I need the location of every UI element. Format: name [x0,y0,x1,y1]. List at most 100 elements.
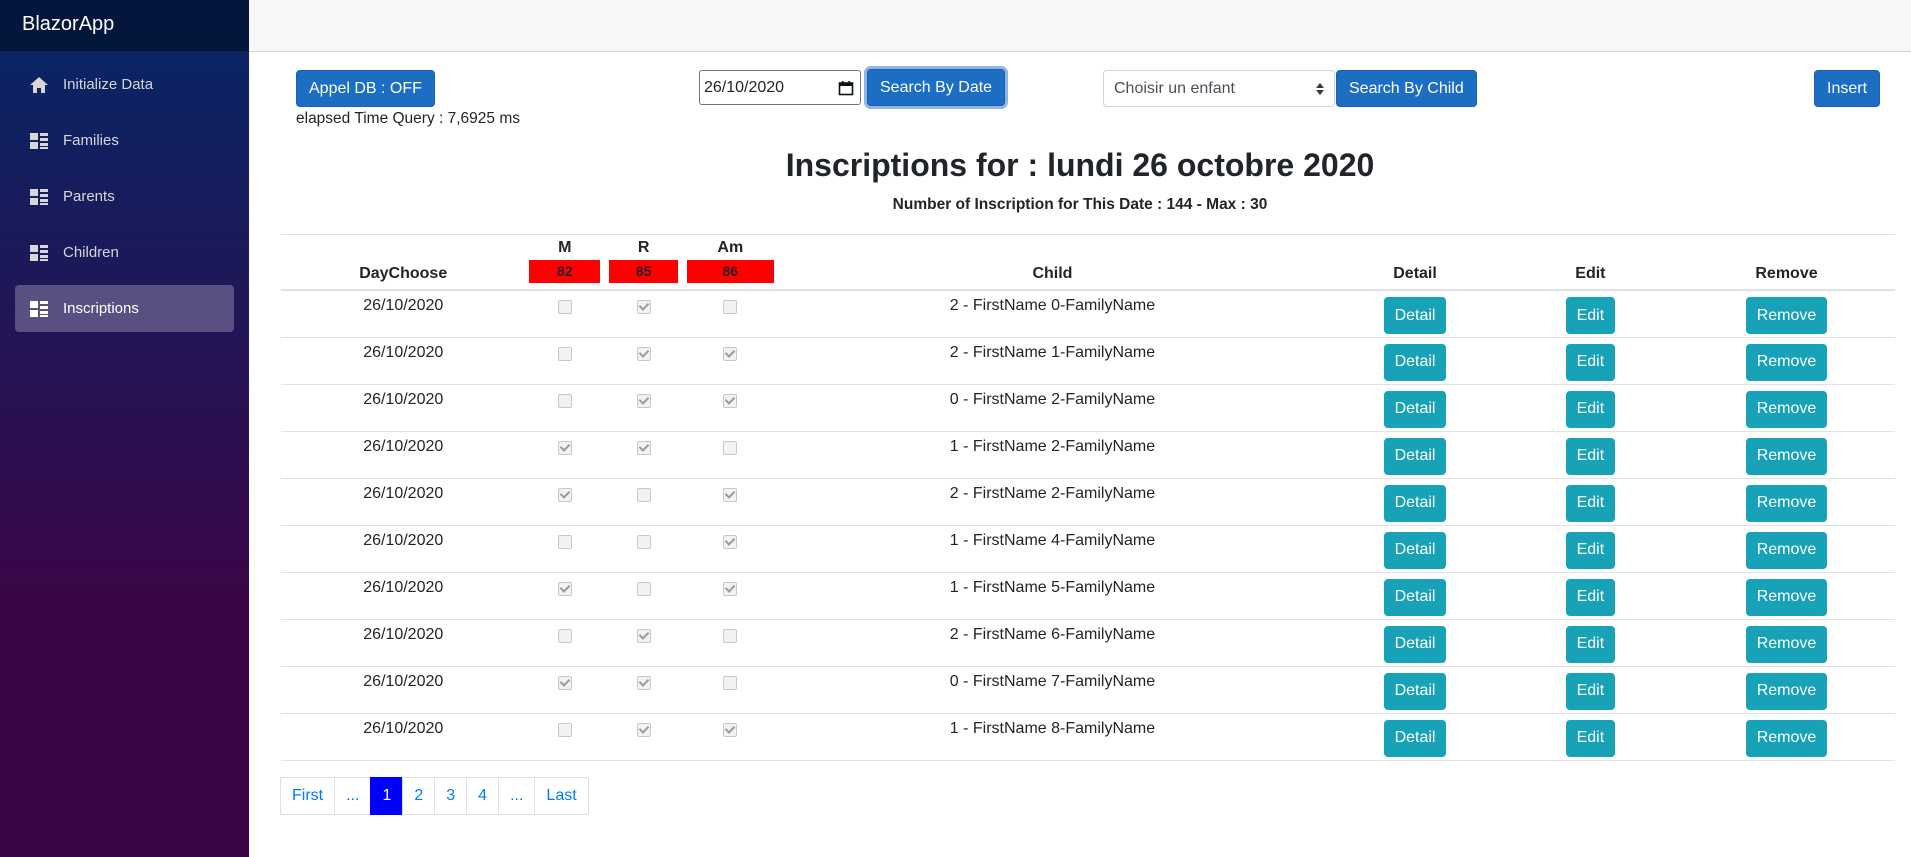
detail-button[interactable]: Detail [1383,484,1447,522]
detail-button[interactable]: Detail [1383,672,1447,710]
edit-button[interactable]: Edit [1565,625,1616,663]
detail-button[interactable]: Detail [1383,437,1447,475]
remove-button[interactable]: Remove [1745,297,1828,334]
remove-button[interactable]: Remove [1745,390,1828,428]
inscriptions-table: DayChoose M 82 R 85 Am 86 Child Detail E… [281,234,1895,761]
home-icon [30,76,48,93]
child-cell: 2 - FirstName 6-FamilyName [949,625,1156,643]
table-cell [604,619,683,667]
detail-button[interactable]: Detail [1383,343,1447,381]
detail-button[interactable]: Detail [1383,390,1447,428]
edit-button[interactable]: Edit [1565,437,1616,475]
sidebar-item-label: Parents [63,188,115,205]
m-checkbox [557,722,572,737]
edit-button[interactable]: Edit [1565,297,1616,334]
r-count-badge: 85 [609,260,678,283]
detail-button[interactable]: Detail [1383,578,1447,616]
sidebar-item-families[interactable]: Families [15,117,234,164]
table-row: 26/10/2020 0 - FirstName 2-FamilyName Deta… [281,384,1895,432]
header-child: Child [777,234,1328,291]
m-checkbox [557,628,572,643]
am-checkbox [723,440,738,455]
sidebar-item-children[interactable]: Children [15,229,234,276]
remove-button[interactable]: Remove [1745,531,1828,569]
brand-title[interactable]: BlazorApp [0,0,249,51]
table-cell: 26/10/2020 [281,478,526,526]
remove-button[interactable]: Remove [1745,719,1828,757]
table-cell: Remove [1677,384,1895,432]
edit-button[interactable]: Edit [1565,484,1616,522]
r-checkbox [636,440,651,455]
insert-button[interactable]: Insert [1814,70,1881,107]
nav-menu: Initialize Data Families Parents Childre… [0,51,249,332]
table-cell: Detail [1327,431,1503,479]
detail-button[interactable]: Detail [1383,531,1447,569]
child-cell: 2 - FirstName 1-FamilyName [949,343,1156,361]
page-link[interactable]: Last [534,777,589,815]
child-select-value: Choisir un enfant [1114,79,1235,97]
table-cell: 26/10/2020 [281,713,526,761]
remove-button[interactable]: Remove [1745,484,1828,522]
day-cell: 26/10/2020 [363,343,444,361]
calendar-icon[interactable] [838,80,854,96]
table-cell: Remove [1677,337,1895,385]
table-cell: Edit [1502,666,1678,714]
top-bar [249,0,1911,52]
child-cell: 1 - FirstName 2-FamilyName [949,437,1156,455]
sidebar-item-inscriptions[interactable]: Inscriptions [15,285,234,332]
r-checkbox [636,346,651,361]
table-cell: Edit [1502,572,1678,620]
am-checkbox [723,675,738,690]
page-link[interactable]: 1 [370,777,404,815]
sidebar-item-initialize-data[interactable]: Initialize Data [15,61,234,108]
edit-button[interactable]: Edit [1565,531,1616,569]
day-cell: 26/10/2020 [363,719,444,737]
day-cell: 26/10/2020 [363,297,444,314]
table-cell: Remove [1677,525,1895,573]
header-am-label: Am [717,239,744,256]
table-row: 26/10/2020 0 - FirstName 7-FamilyName Deta… [281,666,1895,714]
edit-button[interactable]: Edit [1565,343,1616,381]
table-cell: Edit [1502,384,1678,432]
edit-button[interactable]: Edit [1565,719,1616,757]
header-detail: Detail [1327,234,1503,291]
m-checkbox [557,581,572,596]
page-link[interactable]: ... [334,777,372,815]
sidebar-item-label: Inscriptions [63,300,139,317]
edit-button[interactable]: Edit [1565,390,1616,428]
search-by-date-button[interactable]: Search By Date [867,69,1006,106]
detail-button[interactable]: Detail [1383,625,1447,663]
remove-button[interactable]: Remove [1745,437,1828,475]
sidebar-item-parents[interactable]: Parents [15,173,234,220]
table-cell: Detail [1327,337,1503,385]
detail-button[interactable]: Detail [1383,297,1447,334]
detail-button[interactable]: Detail [1383,719,1447,757]
page-link[interactable]: 2 [402,777,436,815]
child-select[interactable]: Choisir un enfant [1103,70,1335,107]
r-checkbox [636,534,651,549]
table-cell: 26/10/2020 [281,384,526,432]
page-link[interactable]: 4 [466,777,500,815]
table-cell: Edit [1502,337,1678,385]
page-link[interactable]: ... [498,777,536,815]
table-row: 26/10/2020 1 - FirstName 2-FamilyName Deta… [281,431,1895,479]
remove-button[interactable]: Remove [1745,578,1828,616]
day-cell: 26/10/2020 [363,672,444,690]
page-link[interactable]: 3 [434,777,468,815]
table-cell [683,666,778,714]
day-cell: 26/10/2020 [363,437,444,455]
am-checkbox [723,628,738,643]
page-link[interactable]: First [280,777,336,815]
remove-button[interactable]: Remove [1745,672,1828,710]
edit-button[interactable]: Edit [1565,672,1616,710]
search-by-child-button[interactable]: Search By Child [1336,70,1477,107]
remove-button[interactable]: Remove [1745,343,1828,381]
edit-button[interactable]: Edit [1565,578,1616,616]
date-input[interactable]: 26/10/2020 [699,70,861,105]
r-checkbox [636,722,651,737]
child-cell: 1 - FirstName 4-FamilyName [949,531,1156,549]
appel-db-button[interactable]: Appel DB : OFF [296,70,435,107]
m-checkbox [557,393,572,408]
day-cell: 26/10/2020 [363,625,444,643]
remove-button[interactable]: Remove [1745,625,1828,663]
